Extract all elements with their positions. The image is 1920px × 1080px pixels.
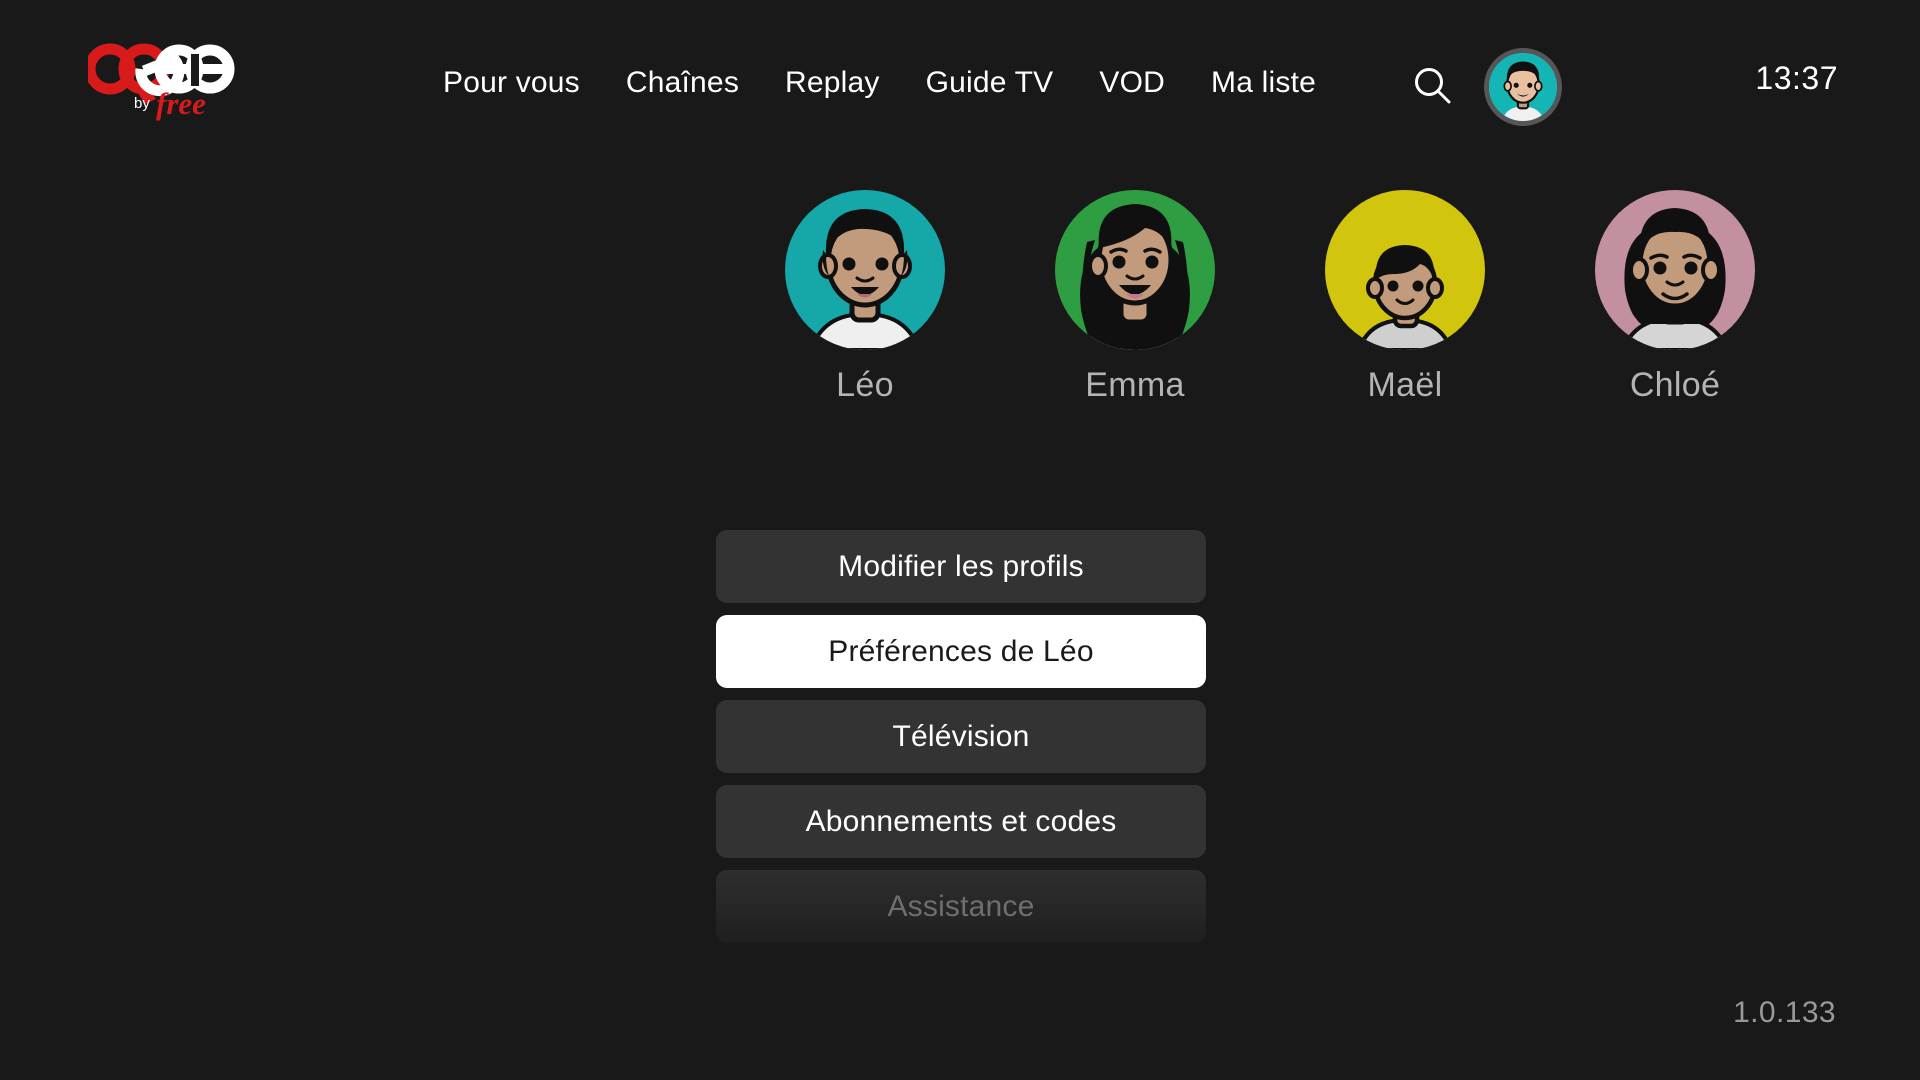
nav-item-chaines[interactable]: Chaînes [603,62,762,104]
profile-emma[interactable]: Emma [1055,190,1215,405]
nav-item-ma-liste[interactable]: Ma liste [1188,62,1339,104]
svg-text:free: free [156,86,206,121]
avatar-mael[interactable] [1325,190,1485,350]
logo-svg: by free [84,43,235,121]
avatar-leo-icon [785,190,945,350]
menu-item-preferences-de-leo[interactable]: Préférences de Léo [716,615,1206,688]
bottom-fade-overlay [700,1000,1220,1080]
profile-name-emma: Emma [1085,366,1185,404]
profile-name-mael: Maël [1367,366,1443,404]
profiles-row: Léo Emma Maël Chloé [0,190,1920,405]
app-header: by free Pour vous Chaînes Replay Guide T… [0,0,1920,155]
menu-item-abonnements-et-codes[interactable]: Abonnements et codes [716,785,1206,858]
avatar-chloe[interactable] [1595,190,1755,350]
nav-item-pour-vous[interactable]: Pour vous [420,62,603,104]
oqee-by-free-logo[interactable]: by free [84,42,238,122]
avatar-emma[interactable] [1055,190,1215,350]
avatar-leo[interactable] [785,190,945,350]
avatar-emma-icon [1055,190,1215,350]
profile-chloe[interactable]: Chloé [1595,190,1755,405]
avatar-leo-small-icon [1489,53,1557,121]
profile-mael[interactable]: Maël [1325,190,1485,405]
menu-item-modifier-les-profils[interactable]: Modifier les profils [716,530,1206,603]
nav-item-vod[interactable]: VOD [1076,62,1188,104]
app-version-label: 1.0.133 [1733,996,1836,1029]
profile-name-leo: Léo [836,366,894,404]
header-avatar[interactable] [1484,48,1562,126]
svg-text:by: by [134,95,150,112]
oqee-profile-settings-screen: by free Pour vous Chaînes Replay Guide T… [0,0,1920,1080]
avatar-chloe-icon [1595,190,1755,350]
menu-item-assistance[interactable]: Assistance [716,870,1206,943]
profile-leo[interactable]: Léo [785,190,945,405]
search-icon [1415,68,1451,104]
nav-item-replay[interactable]: Replay [762,62,903,104]
settings-menu: Modifier les profils Préférences de Léo … [716,530,1206,943]
avatar-mael-icon [1325,190,1485,350]
main-navigation: Pour vous Chaînes Replay Guide TV VOD Ma… [420,62,1339,104]
nav-item-guide-tv[interactable]: Guide TV [903,62,1077,104]
profile-name-chloe: Chloé [1629,366,1721,404]
menu-item-television[interactable]: Télévision [716,700,1206,773]
clock: 13:37 [1755,60,1838,96]
search-button[interactable] [1404,62,1462,110]
